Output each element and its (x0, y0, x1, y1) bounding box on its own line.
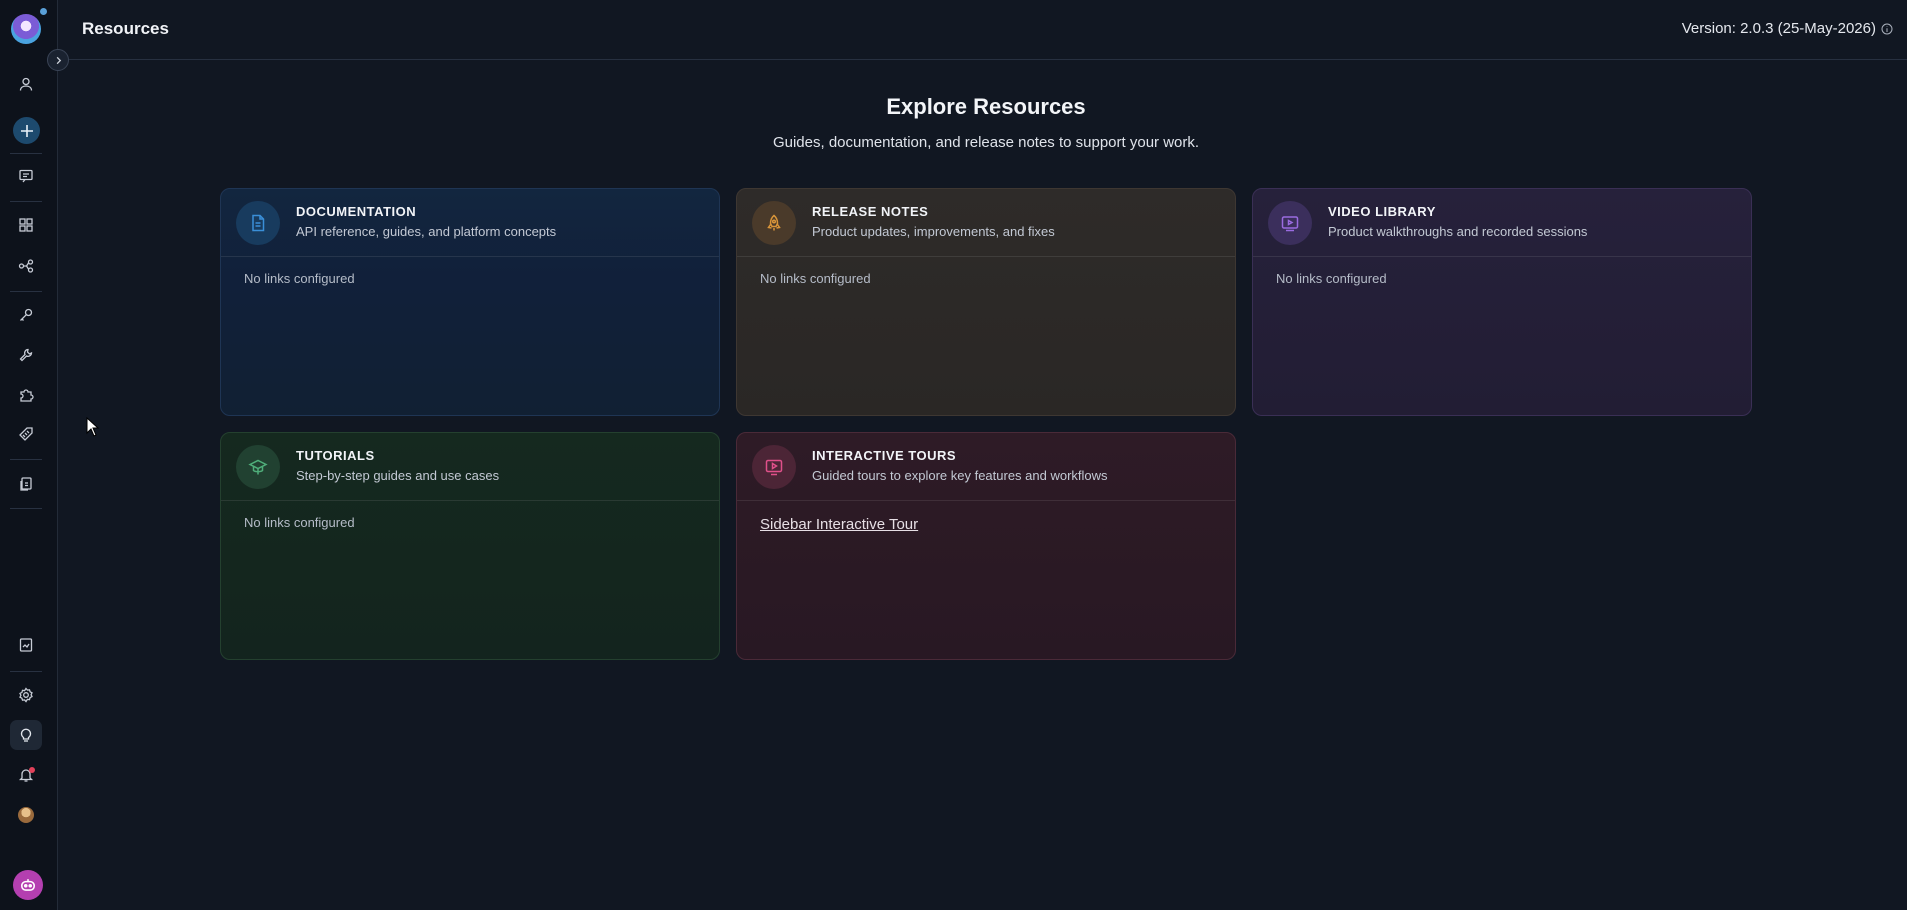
divider (10, 508, 42, 509)
notification-dot (29, 767, 35, 773)
chat-icon[interactable] (14, 164, 38, 188)
app-logo[interactable] (11, 14, 41, 44)
divider (10, 201, 42, 202)
card-title: DOCUMENTATION (296, 204, 417, 219)
card-header: DOCUMENTATION API reference, guides, and… (221, 189, 719, 257)
rocket-icon (752, 201, 796, 245)
lightbulb-icon[interactable] (14, 723, 38, 747)
empty-state: No links configured (244, 515, 355, 530)
card-description: Guided tours to explore key features and… (812, 468, 1108, 483)
hero-title: Explore Resources (886, 94, 1086, 119)
video-library-card: VIDEO LIBRARY Product walkthroughs and r… (1252, 188, 1752, 416)
header: Resources Version: 2.0.3 (25-May-2026) (58, 0, 1907, 60)
release-notes-card: RELEASE NOTES Product updates, improveme… (736, 188, 1236, 416)
settings-icon[interactable] (14, 683, 38, 707)
video-icon (1268, 201, 1312, 245)
documentation-card: DOCUMENTATION API reference, guides, and… (220, 188, 720, 416)
chevron-right-icon (56, 56, 61, 64)
page-title: Resources (82, 19, 169, 38)
report-icon[interactable] (14, 633, 38, 657)
card-description: Step-by-step guides and use cases (296, 468, 500, 483)
card-header: VIDEO LIBRARY Product walkthroughs and r… (1253, 189, 1751, 257)
divider (10, 671, 42, 672)
empty-state: No links configured (1276, 271, 1387, 286)
empty-state: No links configured (760, 271, 871, 286)
avatar[interactable] (18, 807, 34, 823)
card-header: RELEASE NOTES Product updates, improveme… (737, 189, 1235, 257)
workflow-icon[interactable] (14, 254, 38, 278)
mouse-cursor-icon (86, 417, 100, 437)
divider (10, 153, 42, 154)
graduation-cap-icon (236, 445, 280, 489)
card-title: RELEASE NOTES (812, 204, 929, 219)
user-icon[interactable] (14, 72, 38, 96)
document-icon (236, 201, 280, 245)
copy-icon[interactable] (14, 472, 38, 496)
divider (10, 459, 42, 460)
divider (10, 291, 42, 292)
card-header: INTERACTIVE TOURS Guided tours to explor… (737, 433, 1235, 501)
bot-icon (21, 879, 35, 891)
card-title: VIDEO LIBRARY (1328, 204, 1436, 219)
card-header: TUTORIALS Step-by-step guides and use ca… (221, 433, 719, 501)
grid-icon[interactable] (14, 213, 38, 237)
hero-subtitle: Guides, documentation, and release notes… (772, 134, 1200, 151)
puzzle-icon[interactable] (14, 383, 38, 407)
interactive-tours-card: INTERACTIVE TOURS Guided tours to explor… (736, 432, 1236, 660)
status-dot (40, 8, 47, 15)
version-label: Version: 2.0.3 (25-May-2026) (1681, 20, 1876, 37)
sidebar-tour-link[interactable]: Sidebar Interactive Tour (760, 516, 918, 533)
card-description: API reference, guides, and platform conc… (296, 224, 557, 239)
bell-icon[interactable] (14, 763, 38, 787)
tutorials-card: TUTORIALS Step-by-step guides and use ca… (220, 432, 720, 660)
sidebar-toggle-button[interactable] (47, 49, 69, 71)
play-screen-icon (752, 445, 796, 489)
card-title: TUTORIALS (296, 448, 375, 463)
card-description: Product updates, improvements, and fixes (812, 224, 1055, 239)
empty-state: No links configured (244, 271, 355, 286)
card-title: INTERACTIVE TOURS (812, 448, 957, 463)
wrench-icon[interactable] (14, 343, 38, 367)
card-description: Product walkthroughs and recorded sessio… (1328, 224, 1588, 239)
info-icon[interactable] (1881, 23, 1893, 35)
tag-icon[interactable] (14, 422, 38, 446)
assistant-button[interactable] (13, 870, 43, 900)
key-icon[interactable] (14, 303, 38, 327)
